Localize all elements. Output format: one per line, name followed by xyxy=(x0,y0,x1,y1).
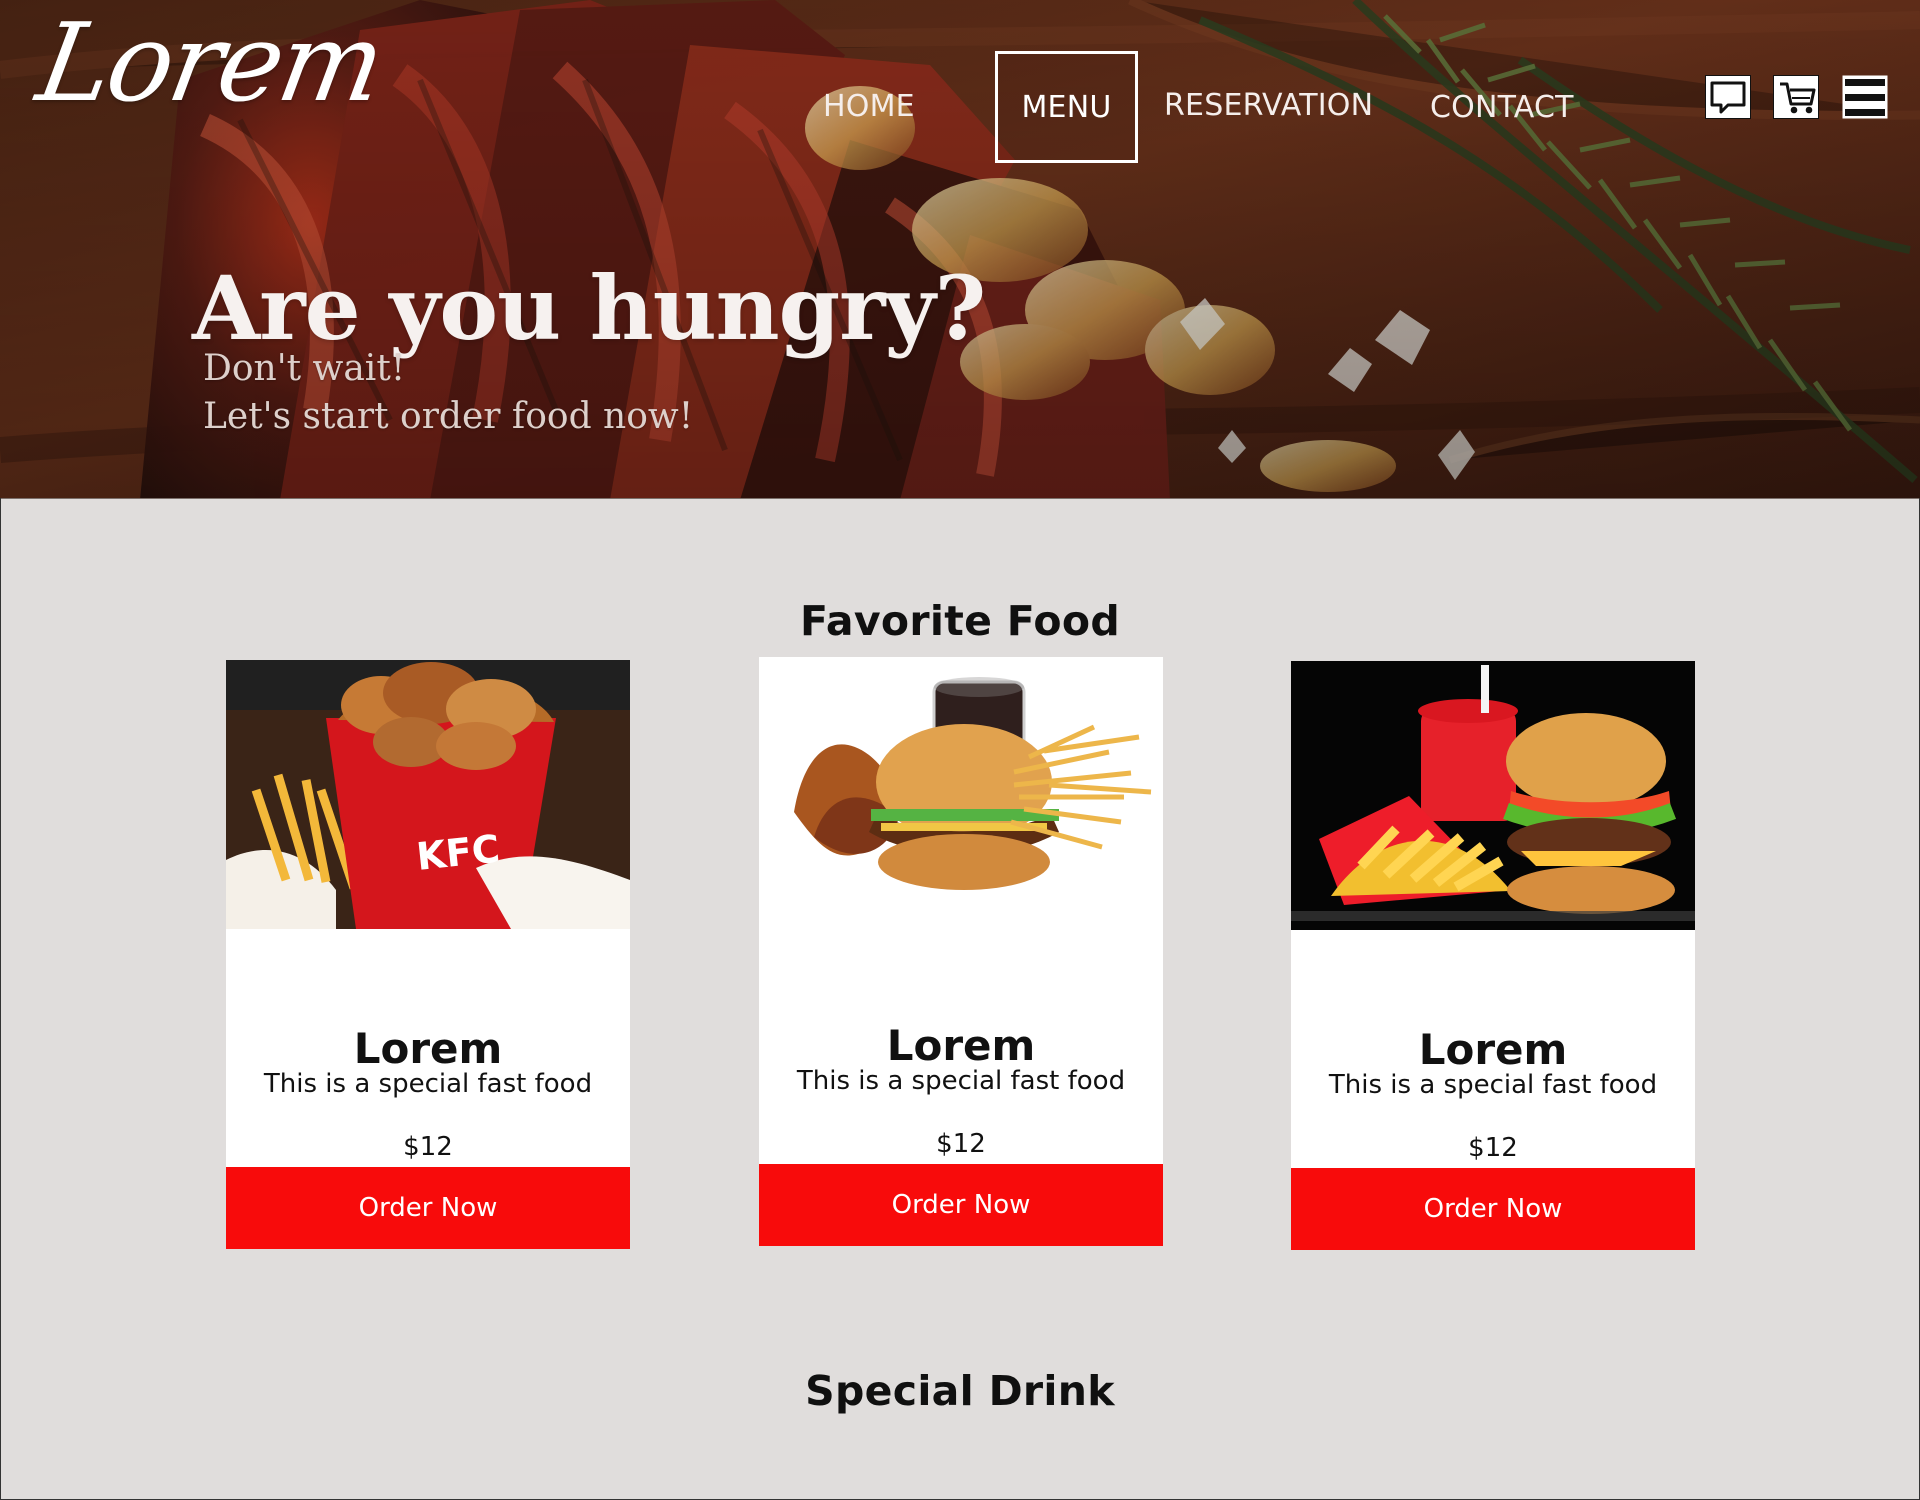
hero-subtitle-line-1: Don't wait! xyxy=(203,348,406,389)
hero-subtitle-line-2: Let's start order food now! xyxy=(203,396,694,437)
nav-contact-link[interactable]: CONTACT xyxy=(1430,93,1574,123)
fried-chicken-bucket-image: KFC xyxy=(226,660,630,929)
hero-section: Lorem HOME MENU RESERVATION CONTACT Are … xyxy=(0,0,1920,499)
card-price: $12 xyxy=(403,1132,453,1162)
card-description: This is a special fast food xyxy=(1328,1070,1658,1100)
nav-home-link[interactable]: HOME xyxy=(823,92,915,122)
nav-menu-link-active[interactable]: MENU xyxy=(995,51,1138,163)
order-now-button[interactable]: Order Now xyxy=(759,1164,1163,1246)
special-drink-heading: Special Drink xyxy=(805,1367,1115,1416)
hero-headline: Are you hungry? xyxy=(192,255,986,360)
food-card-3: Lorem This is a special fast food $12 Or… xyxy=(1291,661,1695,1250)
chat-bubble-icon[interactable] xyxy=(1704,74,1752,122)
left-page-border xyxy=(0,498,1,1500)
landing-page: Lorem HOME MENU RESERVATION CONTACT Are … xyxy=(0,0,1920,1500)
card-description: This is a special fast food xyxy=(263,1069,593,1099)
food-card-2: Lorem This is a special fast food $12 Or… xyxy=(759,657,1163,1246)
shopping-cart-icon[interactable] xyxy=(1772,74,1820,122)
kfc-bucket-label: KFC xyxy=(414,826,501,878)
card-price: $12 xyxy=(936,1129,986,1159)
food-card-1: KFC Lorem This is a special fast food $1… xyxy=(226,660,630,1249)
order-now-button[interactable]: Order Now xyxy=(1291,1168,1695,1250)
chicken-burger-fries-image xyxy=(759,657,1163,926)
nav-reservation-link[interactable]: RESERVATION xyxy=(1164,91,1373,121)
hamburger-menu-icon[interactable] xyxy=(1841,74,1889,122)
favorite-food-heading: Favorite Food xyxy=(799,597,1121,646)
card-title: Lorem xyxy=(353,1024,503,1073)
top-navigation: HOME MENU RESERVATION CONTACT xyxy=(0,0,1920,170)
order-now-button[interactable]: Order Now xyxy=(226,1167,630,1249)
burger-fries-drink-image xyxy=(1291,661,1695,930)
card-description: This is a special fast food xyxy=(796,1066,1126,1096)
card-title: Lorem xyxy=(886,1021,1036,1070)
card-title: Lorem xyxy=(1418,1025,1568,1074)
card-price: $12 xyxy=(1468,1133,1518,1163)
